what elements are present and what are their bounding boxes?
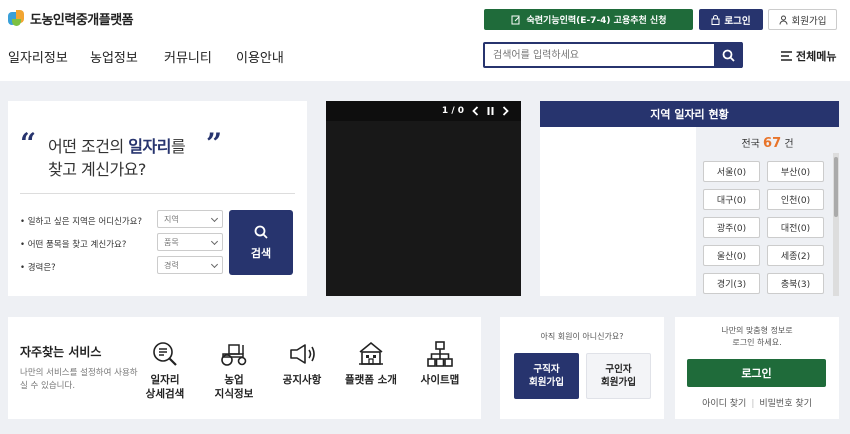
search-icon [254,225,268,239]
region-button-chungbuk[interactable]: 충북(3) [767,273,824,294]
fav-notice[interactable]: 공지사항 [267,339,337,387]
join-button-label: 회원가입 [791,15,827,27]
nav-item-agriculture[interactable]: 농업정보 [90,47,138,66]
user-icon [779,15,788,25]
nav-item-guide[interactable]: 이용안내 [236,47,284,66]
pause-icon[interactable] [487,106,494,116]
lock-icon [711,14,720,25]
recommend-button-label: 숙련기능인력(E-7-4) 고용추천 신청 [526,16,667,26]
chevron-down-icon [210,260,219,269]
login-button-label: 로그인 [724,15,751,27]
fav-sitemap[interactable]: 사이트맵 [405,339,475,387]
region-jobs-card: 지역 일자리 현황 전국 67 건 서울(0) 부산(0) 대구(0) 인천(0… [540,101,839,296]
chevron-down-icon [210,214,219,223]
member-signup-card: 아직 회원이 아니신가요? 구직자 회원가입 구인자 회원가입 [500,317,664,419]
login-card: 나만의 맞춤형 정보로 로그인 하세요. 로그인 아이디 찾기 | 비밀번호 찾기 [675,317,839,419]
logo-text: 도농인력중개플랫폼 [30,13,134,28]
nav-item-jobs[interactable]: 일자리정보 [8,47,68,66]
seeker-signup-button[interactable]: 구직자 회원가입 [514,353,579,399]
region-button-gyeonggi[interactable]: 경기(3) [703,273,760,294]
question-region-label: • 일하고 싶은 지역은 어디신가요? [20,217,142,227]
fav-platform-intro[interactable]: 플랫폼 소개 [336,339,406,387]
fav-sitemap-label: 사이트맵 [420,374,460,386]
job-search-headline-2: 찾고 계신가요? [48,160,146,179]
favorite-services-desc: 나만의 서비스를 설정하여 사용하실 수 있습니다. [20,368,138,391]
prev-arrow-icon[interactable] [472,106,479,116]
nav-item-community[interactable]: 커뮤니티 [164,47,212,66]
fav-job-search-line2: 상세검색 [145,388,185,400]
logo-mark-icon [8,10,25,27]
question-item-label: • 어떤 품목을 찾고 계신가요? [20,240,127,250]
region-button-seoul[interactable]: 서울(0) [703,161,760,182]
login-message: 나만의 맞춤형 정보로 로그인 하세요. [721,326,793,347]
region-button-sejong[interactable]: 세종(2) [767,245,824,266]
region-button-daegu[interactable]: 대구(0) [703,189,760,210]
edit-doc-icon [511,15,519,24]
magnifier-doc-icon [153,342,177,366]
join-button-top[interactable]: 회원가입 [768,9,837,30]
megaphone-icon [290,344,315,364]
region-scrollbar[interactable] [833,153,839,296]
search-box [483,42,743,68]
recommend-application-button[interactable]: 숙련기능인력(E-7-4) 고용추천 신청 [484,9,693,30]
building-icon [359,341,383,365]
region-select[interactable]: 지역 [157,210,223,228]
site-logo[interactable]: 도농인력중개플랫폼 [8,9,134,28]
favorite-services-card: 자주찾는 서비스 나만의 서비스를 설정하여 사용하실 수 있습니다. 일자리 … [8,317,481,419]
region-button-incheon[interactable]: 인천(0) [767,189,824,210]
quote-close-icon: ” [206,127,223,160]
quote-open-icon: “ [20,127,37,160]
question-career-label: • 경력은? [20,263,56,273]
fav-notice-label: 공지사항 [282,374,322,386]
job-search-card: “ 어떤 조건의 일자리를 ” 찾고 계신가요? • 일하고 싶은 지역은 어디… [8,101,307,296]
all-menu-label: 전체메뉴 [796,50,837,63]
favorite-services-title: 자주찾는 서비스 [20,345,102,359]
all-menu-button[interactable]: 전체메뉴 [781,48,836,64]
item-select[interactable]: 품목 [157,233,223,251]
divider [20,193,295,194]
fav-platform-intro-label: 플랫폼 소개 [345,374,397,386]
career-select[interactable]: 경력 [157,256,223,274]
slider-counter: 1 / 0 [441,106,464,116]
region-total-count: 전국 67 건 [741,136,794,151]
fav-agri-info-line1: 농업 [224,374,244,386]
member-question: 아직 회원이 아니신가요? [540,332,624,341]
region-button-busan[interactable]: 부산(0) [767,161,824,182]
login-links: 아이디 찾기 | 비밀번호 찾기 [702,399,812,409]
tractor-icon [221,344,247,366]
job-search-button-label: 검색 [250,246,272,260]
find-id-link[interactable]: 아이디 찾기 [702,399,746,409]
job-search-headline-1: 어떤 조건의 일자리를 [48,137,186,156]
sitemap-icon [427,341,453,367]
next-arrow-icon[interactable] [502,106,509,116]
banner-slider: 1 / 0 [326,101,521,296]
region-button-gwangju[interactable]: 광주(0) [703,217,760,238]
find-password-link[interactable]: 비밀번호 찾기 [759,399,812,409]
slider-controls: 1 / 0 [326,101,521,121]
search-input[interactable] [493,48,713,63]
employer-signup-button[interactable]: 구인자 회원가입 [586,353,651,399]
search-button[interactable] [714,42,742,68]
search-icon [722,49,735,62]
region-jobs-title: 지역 일자리 현황 [540,101,839,127]
fav-job-search[interactable]: 일자리 상세검색 [130,339,200,401]
main-nav: 일자리정보 농업정보 커뮤니티 이용안내 전체메뉴 [0,38,850,81]
fav-job-search-line1: 일자리 [150,374,180,386]
region-list-panel: 전국 67 건 서울(0) 부산(0) 대구(0) 인천(0) 광주(0) 대전… [696,127,839,296]
region-button-ulsan[interactable]: 울산(0) [703,245,760,266]
region-button-daejeon[interactable]: 대전(0) [767,217,824,238]
login-button-top[interactable]: 로그인 [699,9,763,30]
fav-agri-info-line2: 지식정보 [214,388,254,400]
job-search-button[interactable]: 검색 [229,210,293,275]
top-bar: 도농인력중개플랫폼 숙련기능인력(E-7-4) 고용추천 신청 로그인 회원가입 [0,0,850,38]
fav-agri-info[interactable]: 농업 지식정보 [199,339,269,401]
chevron-down-icon [210,237,219,246]
login-button[interactable]: 로그인 [687,359,826,387]
hamburger-icon [781,51,792,61]
